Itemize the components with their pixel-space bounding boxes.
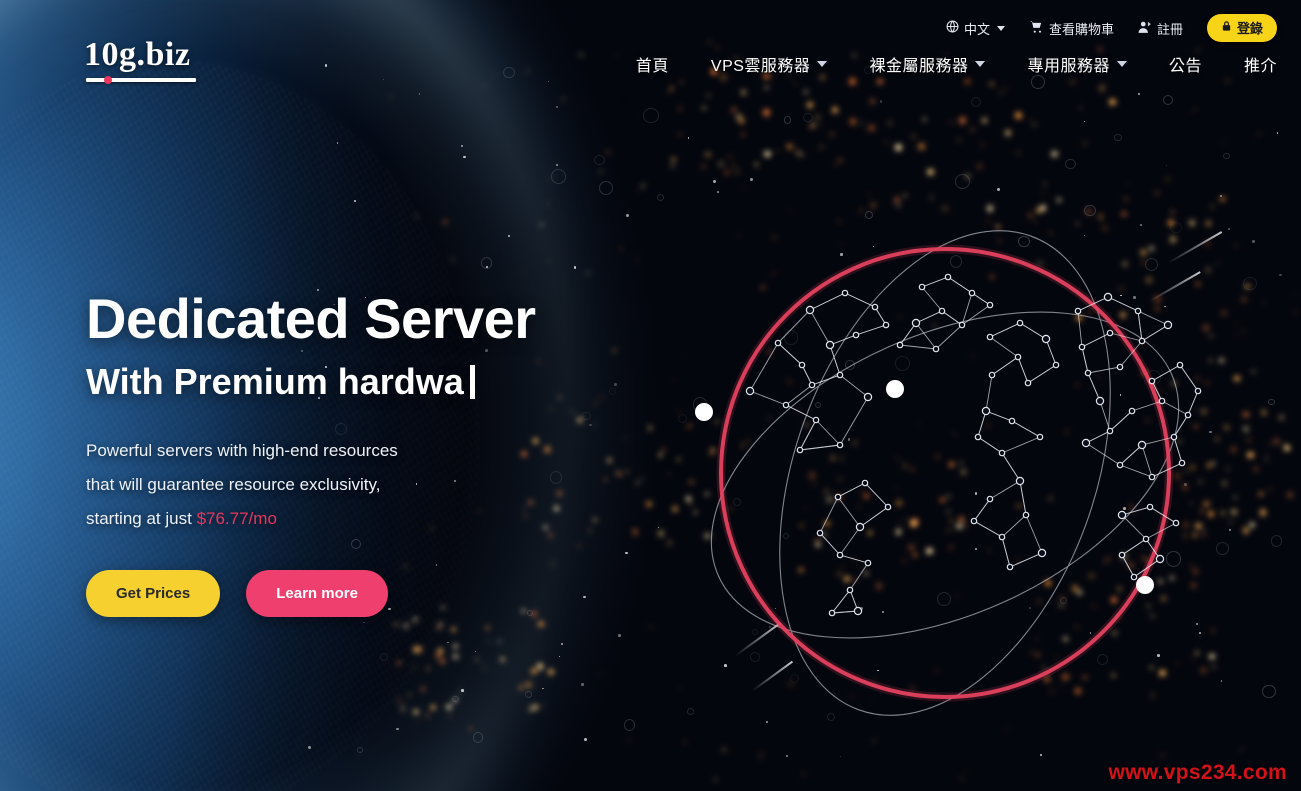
- main-navigation: 首頁 VPS雲服務器 裸金屬服務器 專用服務器 公告 推介: [636, 52, 1277, 76]
- get-prices-button[interactable]: Get Prices: [86, 569, 221, 617]
- nav-item-label: 專用服務器: [1027, 58, 1110, 75]
- site-watermark: www.vps234.com: [1108, 761, 1287, 784]
- globe-node-map: [745, 273, 1202, 617]
- register-label: 註冊: [1156, 21, 1183, 37]
- hero-copy: Dedicated Server With Premium hardwa Pow…: [86, 287, 606, 617]
- globe-icon: [946, 20, 959, 36]
- nav-item-4[interactable]: 專用服務器: [1027, 52, 1127, 76]
- hero-description-line-1: Powerful servers with high-end resources: [86, 440, 398, 460]
- language-label: 中文: [963, 21, 990, 37]
- lock-icon: [1221, 20, 1232, 35]
- hero-subheading: With Premium hardwa: [86, 362, 606, 402]
- nav-item-1[interactable]: 首頁: [636, 52, 669, 76]
- hero-price: $76.77/mo: [196, 508, 277, 528]
- orbit-markers: [695, 380, 1154, 594]
- globe-orbits: [710, 230, 1180, 716]
- network-globe-graphic: [690, 215, 1210, 735]
- hero-description-line-3: starting at just: [86, 508, 197, 528]
- language-selector[interactable]: 中文: [946, 19, 1005, 38]
- nav-item-5[interactable]: 公告: [1169, 52, 1202, 76]
- chevron-down-icon: [996, 25, 1005, 31]
- nav-item-3[interactable]: 裸金屬服務器: [869, 52, 986, 76]
- hero-section: 10g.biz 中文 查看購物車 註冊 登錄 首頁 VPS雲服務器 裸金屬服務器…: [0, 0, 1301, 791]
- register-link[interactable]: 註冊: [1138, 19, 1183, 38]
- view-cart-link[interactable]: 查看購物車: [1029, 19, 1114, 38]
- nav-item-label: VPS雲服務器: [710, 58, 811, 75]
- nav-item-label: 推介: [1243, 58, 1277, 75]
- typewriter-cursor: [469, 365, 475, 400]
- nav-item-label: 首頁: [635, 58, 669, 75]
- hero-subheading-text: With Premium hardwa: [86, 361, 464, 403]
- nav-item-6[interactable]: 推介: [1244, 52, 1277, 76]
- login-label: 登錄: [1236, 21, 1263, 36]
- user-plus-icon: [1138, 20, 1152, 37]
- chevron-down-icon: [975, 61, 986, 67]
- nav-item-label: 公告: [1168, 58, 1202, 75]
- chevron-down-icon: [1116, 61, 1127, 67]
- login-button[interactable]: 登錄: [1206, 14, 1277, 42]
- nav-item-2[interactable]: VPS雲服務器: [711, 52, 828, 76]
- logo-underline-accent: [86, 76, 196, 84]
- utility-bar: 中文 查看購物車 註冊 登錄: [946, 14, 1277, 42]
- nav-item-label: 裸金屬服務器: [869, 58, 969, 75]
- cart-label: 查看購物車: [1048, 21, 1114, 37]
- hero-heading: Dedicated Server: [86, 287, 536, 350]
- hero-description: Powerful servers with high-end resources…: [86, 434, 606, 536]
- hero-cta-row: Get Prices Learn more: [86, 569, 606, 617]
- globe-ring-glow: [716, 244, 1174, 702]
- chevron-down-icon: [817, 61, 828, 67]
- hero-description-line-2: that will guarantee resource exclusivity…: [86, 474, 381, 494]
- learn-more-button[interactable]: Learn more: [246, 569, 388, 617]
- site-logo[interactable]: 10g.biz: [84, 38, 190, 72]
- shopping-cart-icon: [1029, 20, 1044, 37]
